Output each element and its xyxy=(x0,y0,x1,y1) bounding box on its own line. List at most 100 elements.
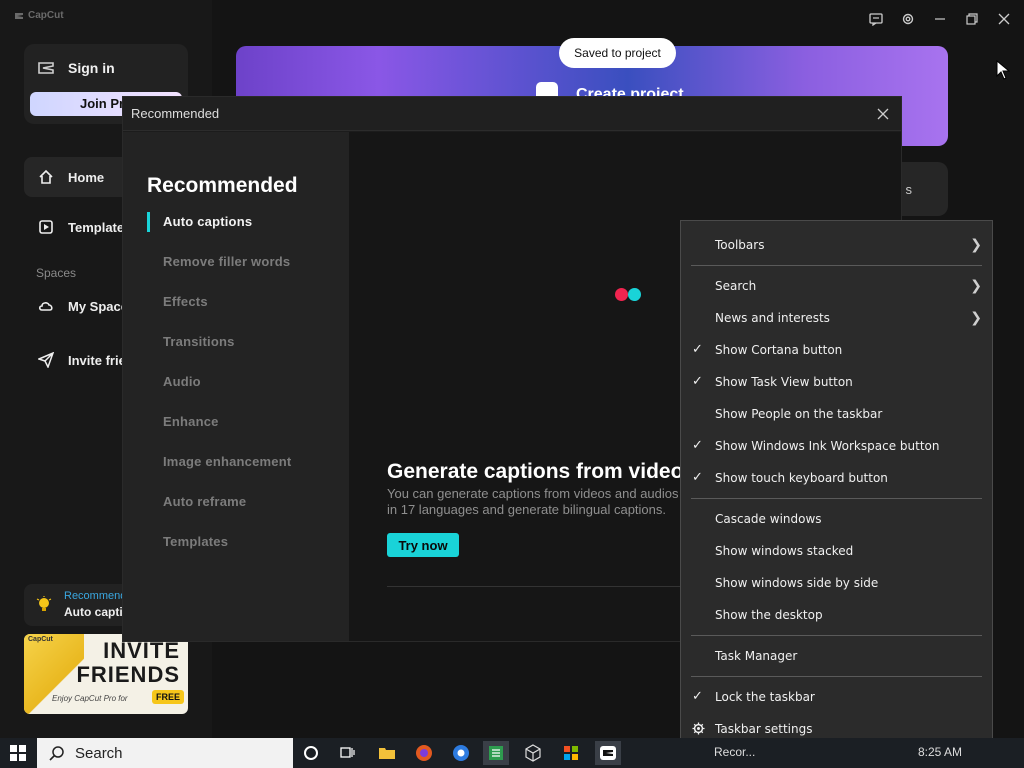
context-item-label: Show Windows Ink Workspace button xyxy=(715,439,940,453)
menu-item-effects[interactable]: Effects xyxy=(147,294,337,334)
capcut-logo-icon xyxy=(15,12,23,19)
loader-dot-red xyxy=(615,288,628,301)
taskbar-search-label: Search xyxy=(75,744,123,762)
app-button-windows-flag[interactable] xyxy=(558,741,584,765)
feedback-icon xyxy=(869,12,883,26)
firefox-button[interactable] xyxy=(411,741,437,765)
context-item-label: Show touch keyboard button xyxy=(715,471,888,485)
context-item-label: Show Task View button xyxy=(715,375,853,389)
windows-flag-icon xyxy=(564,746,578,760)
minimize-button[interactable] xyxy=(930,10,950,28)
loading-indicator xyxy=(615,288,641,301)
menu-item-enhance[interactable]: Enhance xyxy=(147,414,337,454)
chevron-right-icon: ❯ xyxy=(970,278,982,294)
menu-item-templates[interactable]: Templates xyxy=(147,534,337,574)
context-item-label: Taskbar settings xyxy=(715,722,813,736)
saved-toast: Saved to project xyxy=(559,38,676,68)
restore-icon xyxy=(966,13,978,25)
mouse-cursor-icon xyxy=(996,60,1010,80)
restore-button[interactable] xyxy=(962,10,982,28)
invite-friends-banner[interactable]: CapCut INVITE FRIENDS Enjoy CapCut Pro f… xyxy=(24,634,188,714)
taskbar-search[interactable]: Search xyxy=(37,738,293,768)
sidebar-item-label: My Space xyxy=(68,298,128,314)
sign-in-label: Sign in xyxy=(68,60,115,76)
context-item-label: Show Cortana button xyxy=(715,343,843,357)
context-item-label: Show the desktop xyxy=(715,608,823,622)
context-item-show-windows-ink-workspace-button[interactable]: ✓ Show Windows Ink Workspace button xyxy=(681,430,992,462)
chevron-right-icon: ❯ xyxy=(970,237,982,253)
menu-item-transitions[interactable]: Transitions xyxy=(147,334,337,374)
spreadsheet-icon xyxy=(489,746,503,760)
feature-title: Generate captions from videos xyxy=(387,460,696,483)
lightbulb-icon xyxy=(36,596,52,611)
taskbar-clock[interactable]: 8:25 AM xyxy=(918,745,962,759)
menu-separator xyxy=(691,676,982,677)
settings-button[interactable] xyxy=(898,10,918,28)
invite-free-badge: FREE xyxy=(151,690,184,704)
context-item-news-and-interests[interactable]: News and interests ❯ xyxy=(681,302,992,334)
context-item-search[interactable]: Search ❯ xyxy=(681,270,992,302)
cube-icon xyxy=(525,744,541,762)
spaces-heading: Spaces xyxy=(36,266,77,280)
capcut-mark-icon xyxy=(38,62,54,74)
context-item-label: Show windows side by side xyxy=(715,576,879,590)
menu-item-auto-reframe[interactable]: Auto reframe xyxy=(147,494,337,534)
context-item-show-cortana-button[interactable]: ✓ Show Cortana button xyxy=(681,334,992,366)
windows-icon xyxy=(10,745,26,761)
context-item-label: Show People on the taskbar xyxy=(715,407,883,421)
home-icon xyxy=(39,169,53,184)
close-button[interactable] xyxy=(994,10,1014,28)
dialog-title: Recommended xyxy=(131,106,220,121)
cortana-icon xyxy=(304,746,318,760)
close-icon xyxy=(998,13,1010,25)
checkmark-icon: ✓ xyxy=(692,689,703,704)
context-item-label: Search xyxy=(715,279,757,293)
context-item-task-manager[interactable]: Task Manager xyxy=(681,640,992,672)
context-item-show-the-desktop[interactable]: Show the desktop xyxy=(681,599,992,631)
chrome-button[interactable] xyxy=(448,741,474,765)
checkmark-icon: ✓ xyxy=(692,470,703,485)
context-item-show-windows-stacked[interactable]: Show windows stacked xyxy=(681,535,992,567)
context-item-label: Show windows stacked xyxy=(715,544,854,558)
menu-separator xyxy=(691,265,982,266)
context-item-label: Task Manager xyxy=(715,649,798,663)
task-view-button[interactable] xyxy=(334,741,360,765)
template-icon xyxy=(39,220,53,234)
capcut-taskbar-button[interactable] xyxy=(595,741,621,765)
send-icon xyxy=(38,352,54,368)
firefox-icon xyxy=(416,745,432,761)
menu-item-image-enhancement[interactable]: Image enhancement xyxy=(147,454,337,494)
cortana-button[interactable] xyxy=(298,741,324,765)
context-item-show-touch-keyboard-button[interactable]: ✓ Show touch keyboard button xyxy=(681,462,992,494)
dialog-close-button[interactable] xyxy=(873,104,893,124)
close-icon xyxy=(877,108,889,119)
dialog-heading: Recommended xyxy=(147,174,298,197)
checkmark-icon: ✓ xyxy=(692,374,703,389)
context-item-label: Toolbars xyxy=(715,238,765,252)
feature-menu: Auto captions Remove filler words Effects T… xyxy=(147,212,337,574)
context-item-show-people-on-the-taskbar[interactable]: Show People on the taskbar xyxy=(681,398,992,430)
menu-item-auto-captions[interactable]: Auto captions xyxy=(147,212,337,254)
invite-line2: FRIENDS xyxy=(76,662,180,687)
context-item-cascade-windows[interactable]: Cascade windows xyxy=(681,503,992,535)
app-button-cube[interactable] xyxy=(520,741,546,765)
context-item-show-windows-side-by-side[interactable]: Show windows side by side xyxy=(681,567,992,599)
try-now-button[interactable]: Try now xyxy=(387,533,459,557)
app-button-green[interactable] xyxy=(483,741,509,765)
context-item-lock-the-taskbar[interactable]: ✓ Lock the taskbar xyxy=(681,681,992,713)
tray-app-label: Recor... xyxy=(714,745,756,759)
menu-item-audio[interactable]: Audio xyxy=(147,374,337,414)
feedback-button[interactable] xyxy=(866,10,886,28)
sign-in-button[interactable]: Sign in xyxy=(38,60,115,76)
context-item-toolbars[interactable]: Toolbars ❯ xyxy=(681,229,992,261)
menu-item-remove-filler-words[interactable]: Remove filler words xyxy=(147,254,337,294)
folder-icon xyxy=(379,748,395,759)
search-icon xyxy=(49,746,64,761)
file-explorer-button[interactable] xyxy=(374,741,400,765)
context-item-label: News and interests xyxy=(715,311,830,325)
dialog-menu-panel: Recommended Auto captions Remove filler w… xyxy=(123,132,349,641)
app-logo: CapCut xyxy=(14,10,64,21)
context-item-show-task-view-button[interactable]: ✓ Show Task View button xyxy=(681,366,992,398)
loader-dot-cyan xyxy=(628,288,641,301)
start-button[interactable] xyxy=(0,738,36,768)
